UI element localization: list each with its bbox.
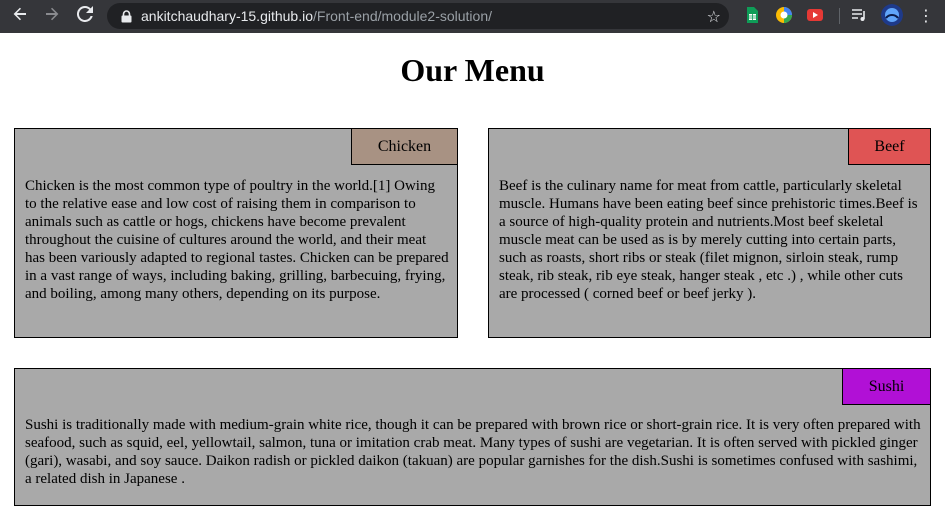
color-extension-icon[interactable] xyxy=(775,6,793,24)
arrow-left-icon xyxy=(12,6,28,27)
video-extension-icon[interactable] xyxy=(806,6,824,24)
category-label: Beef xyxy=(848,128,931,165)
browser-toolbar: ankitchaudhary-15.github.io/Front-end/mo… xyxy=(0,0,945,33)
profile-avatar[interactable] xyxy=(881,4,903,26)
url-text: ankitchaudhary-15.github.io/Front-end/mo… xyxy=(141,8,493,24)
lock-icon xyxy=(119,9,133,23)
category-label: Chicken xyxy=(351,128,458,165)
address-bar[interactable]: ankitchaudhary-15.github.io/Front-end/mo… xyxy=(107,3,729,29)
reload-button[interactable] xyxy=(70,2,100,30)
more-menu-icon[interactable]: ⋮ xyxy=(918,4,934,28)
menu-description: Sushi is traditionally made with medium-… xyxy=(25,417,921,487)
toolbar-divider xyxy=(839,8,840,24)
menu-card-chicken: Chicken Chicken is the most common type … xyxy=(14,128,458,338)
reload-icon xyxy=(76,5,93,27)
menu-card-beef: Beef Beef is the culinary name for meat … xyxy=(488,128,931,338)
category-label: Sushi xyxy=(842,368,931,405)
media-controls-icon[interactable] xyxy=(850,6,868,24)
menu-description: Beef is the culinary name for meat from … xyxy=(499,178,918,302)
menu-description: Chicken is the most common type of poult… xyxy=(25,178,449,302)
sheets-extension-icon[interactable] xyxy=(743,6,761,24)
page-title: Our Menu xyxy=(400,52,545,88)
star-icon[interactable]: ☆ xyxy=(707,7,721,26)
forward-button[interactable] xyxy=(37,2,67,30)
menu-card-sushi: Sushi Sushi is traditionally made with m… xyxy=(14,368,931,506)
arrow-right-icon xyxy=(44,6,60,27)
back-button[interactable] xyxy=(5,2,35,30)
